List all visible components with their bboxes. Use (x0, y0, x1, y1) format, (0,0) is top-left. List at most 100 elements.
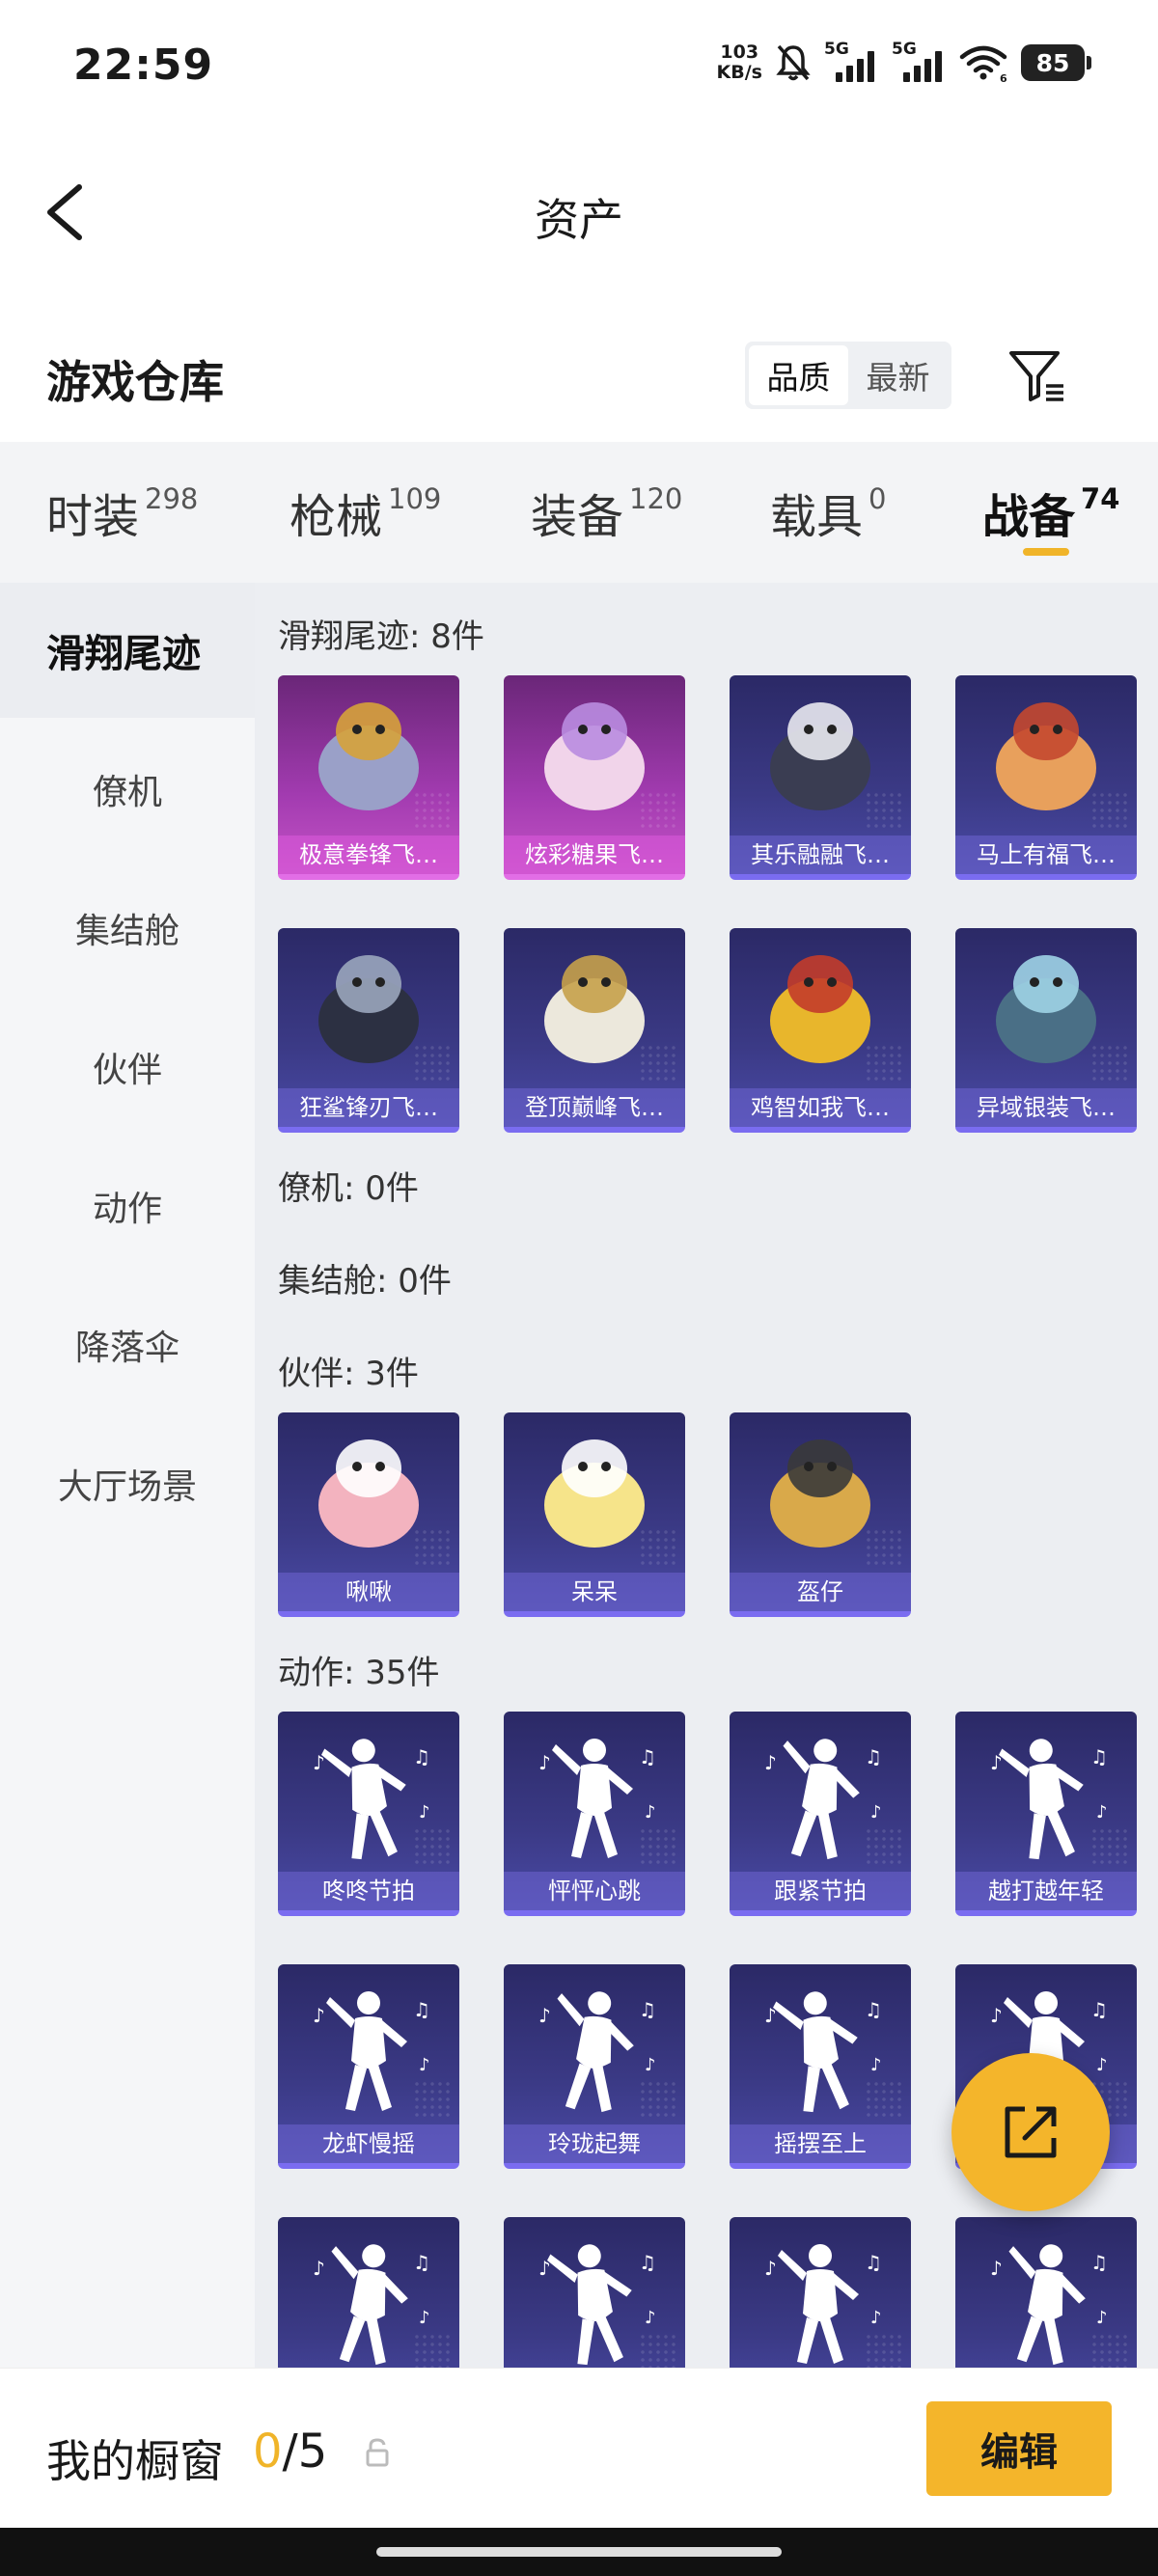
wifi-standard: 6 (1000, 72, 1007, 82)
item-name: 玲珑起舞 (504, 2124, 685, 2163)
svg-text:♫: ♫ (865, 1745, 882, 1768)
item-card[interactable]: 狂鲨锋刃飞… (278, 928, 459, 1133)
item-card[interactable]: ♪ ♫ ♪ 玲珑起舞 (504, 1964, 685, 2169)
net-speed-unit: KB/s (716, 62, 762, 83)
svg-text:♪: ♪ (645, 2308, 656, 2328)
sidebar-item-wingman[interactable]: 僚机 (0, 722, 255, 857)
item-name: 怦怦心跳 (504, 1872, 685, 1910)
svg-text:♪: ♪ (764, 2257, 777, 2280)
item-card[interactable]: 鸡智如我飞… (730, 928, 911, 1133)
item-card[interactable]: ♪ ♫ ♪ 跟紧节拍 (730, 1712, 911, 1916)
svg-text:♪: ♪ (645, 1802, 656, 1822)
item-name: 越打越年轻 (955, 1872, 1137, 1910)
svg-text:♪: ♪ (1096, 1802, 1108, 1822)
item-name: 龙虾慢摇 (278, 2124, 459, 2163)
item-card[interactable]: ♪ ♫ ♪ 摇摆至上 (730, 1964, 911, 2169)
item-name: 跟紧节拍 (730, 1872, 911, 1910)
tab-label: 战备 (982, 490, 1076, 544)
filter-icon (1009, 351, 1063, 401)
svg-text:♪: ♪ (538, 2257, 551, 2280)
tab-gear[interactable]: 战备 74 (982, 479, 1119, 546)
svg-text:♫: ♫ (413, 1745, 430, 1768)
svg-text:♪: ♪ (870, 2308, 882, 2328)
sidebar-item-emote[interactable]: 动作 (0, 1138, 255, 1274)
bell-off-icon (776, 44, 811, 81)
item-card[interactable]: 其乐融融飞… (730, 675, 911, 880)
tab-count: 74 (1081, 482, 1120, 515)
svg-text:♫: ♫ (1090, 2251, 1108, 2274)
svg-text:♪: ♪ (419, 1802, 430, 1822)
tab-fashion[interactable]: 时装 298 (46, 479, 198, 546)
item-name: 登顶巅峰飞… (504, 1088, 685, 1127)
sidebar-item-companion[interactable]: 伙伴 (0, 1000, 255, 1135)
item-card[interactable]: ♪ ♫ ♪ (278, 2217, 459, 2368)
svg-text:♪: ♪ (538, 1751, 551, 1774)
category-label-pod: 集结舱: 0件 (278, 1262, 452, 1301)
page-title: 资产 (535, 194, 623, 246)
item-card[interactable]: ♪ ♫ ♪ (730, 2217, 911, 2368)
svg-text:♪: ♪ (419, 2308, 430, 2328)
showcase-current: 0 (253, 2425, 283, 2479)
item-card[interactable]: ♪ ♫ ♪ (504, 2217, 685, 2368)
system-nav-bar (0, 2528, 1158, 2576)
showcase-max: 5 (297, 2425, 328, 2479)
svg-text:♫: ♫ (1090, 1998, 1108, 2021)
battery-level: 85 (1035, 48, 1070, 77)
item-name: 啾啾 (278, 1573, 459, 1611)
edit-button[interactable]: 编辑 (926, 2401, 1112, 2496)
filter-button[interactable] (1004, 342, 1071, 409)
item-name: 呆呆 (504, 1573, 685, 1611)
item-card[interactable]: 炫彩糖果飞… (504, 675, 685, 880)
sort-quality-button[interactable]: 品质 (749, 345, 848, 405)
item-card[interactable]: ♪ ♫ ♪ 咚咚节拍 (278, 1712, 459, 1916)
sort-latest-button[interactable]: 最新 (848, 345, 948, 405)
item-card[interactable]: 呆呆 (504, 1412, 685, 1617)
tab-label: 载具 (770, 490, 864, 544)
svg-text:♪: ♪ (1096, 2308, 1108, 2328)
tab-label: 时装 (46, 490, 140, 544)
item-card[interactable]: 登顶巅峰飞… (504, 928, 685, 1133)
app-header: 资产 (0, 135, 1158, 289)
category-label-wingman: 僚机: 0件 (278, 1169, 419, 1208)
sidebar-item-glide-trail[interactable]: 滑翔尾迹 (0, 583, 255, 718)
showcase-bar: 我的橱窗 0/5 编辑 (0, 2368, 1158, 2528)
item-card[interactable]: 异域银装飞… (955, 928, 1137, 1133)
item-card[interactable]: ♪ ♫ ♪ 怦怦心跳 (504, 1712, 685, 1916)
item-card[interactable]: 极意拳锋飞… (278, 675, 459, 880)
svg-text:♫: ♫ (413, 2251, 430, 2274)
svg-text:♪: ♪ (645, 2055, 656, 2075)
svg-text:♫: ♫ (639, 1745, 656, 1768)
net-speed: 103 KB/s (717, 42, 762, 83)
item-name: 极意拳锋飞… (278, 836, 459, 874)
home-indicator[interactable] (376, 2547, 782, 2557)
svg-text:♫: ♫ (413, 1998, 430, 2021)
svg-text:♪: ♪ (419, 2055, 430, 2075)
item-card[interactable]: ♪ ♫ ♪ 龙虾慢摇 (278, 1964, 459, 2169)
sort-toggle: 品质 最新 (745, 342, 951, 409)
showcase-separator: / (282, 2425, 298, 2479)
status-bar: 22:59 103 KB/s 5G 5G 6 85 (0, 0, 1158, 135)
item-card[interactable]: ♪ ♫ ♪ 越打越年轻 (955, 1712, 1137, 1916)
tab-equipment[interactable]: 装备 120 (531, 479, 682, 546)
item-card[interactable]: 马上有福飞… (955, 675, 1137, 880)
tab-weapons[interactable]: 枪械 109 (290, 479, 441, 546)
item-name: 炫彩糖果飞… (504, 836, 685, 874)
subcategory-sidebar: 滑翔尾迹 僚机 集结舱 伙伴 动作 降落伞 大厅场景 (0, 583, 255, 2368)
svg-text:♫: ♫ (639, 1998, 656, 2021)
share-fab-button[interactable] (951, 2053, 1110, 2211)
sidebar-item-parachute[interactable]: 降落伞 (0, 1277, 255, 1412)
item-card[interactable]: 盔仔 (730, 1412, 911, 1617)
item-card[interactable]: 啾啾 (278, 1412, 459, 1617)
svg-text:♪: ♪ (313, 2257, 325, 2280)
category-label-emote: 动作: 35件 (278, 1654, 440, 1692)
tab-vehicles[interactable]: 载具 0 (770, 479, 886, 546)
external-link-icon (1005, 2106, 1057, 2158)
warehouse-title: 游戏仓库 (46, 356, 224, 408)
showcase-label: 我的橱窗 (46, 2435, 224, 2487)
status-icons: 103 KB/s 5G 5G 6 85 (717, 39, 1091, 87)
lock-icon (366, 2438, 389, 2467)
tab-count: 0 (868, 482, 887, 515)
sidebar-item-lobby-scene[interactable]: 大厅场景 (0, 1416, 255, 1551)
sidebar-item-rally-pod[interactable]: 集结舱 (0, 861, 255, 996)
item-card[interactable]: ♪ ♫ ♪ (955, 2217, 1137, 2368)
